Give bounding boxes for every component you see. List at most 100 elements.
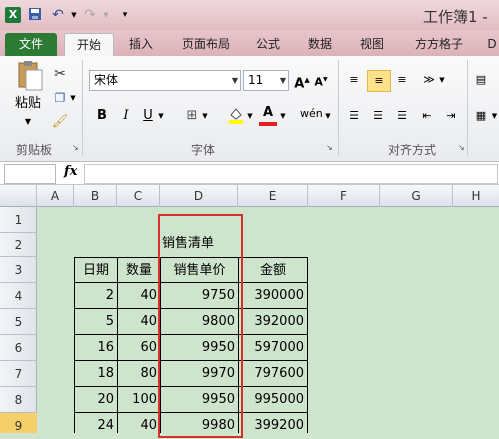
cell-e5[interactable]: 392000 [239,309,308,335]
align-bottom-icon[interactable]: ≡ [393,70,411,90]
dialog-launcher-icon[interactable]: ↘ [72,143,79,152]
phonetic-dropdown-icon[interactable]: ▼ [323,106,333,126]
tab-home[interactable]: 开始 [64,33,114,57]
cell-c7[interactable]: 80 [118,361,161,387]
copy-icon[interactable]: ❐ [50,88,70,108]
italic-button[interactable]: I [116,106,136,126]
row-header-4[interactable]: 4 [0,283,37,309]
row-header-8[interactable]: 8 [0,387,37,413]
tab-d[interactable]: D [485,33,499,56]
column-header-c[interactable]: C [117,185,160,207]
cell-e8[interactable]: 995000 [239,387,308,413]
underline-dropdown-icon[interactable]: ▼ [156,106,166,126]
customize-icon[interactable]: ▾ [117,7,133,23]
cell-c9[interactable]: 40 [118,413,161,433]
chevron-down-icon: ▼ [231,76,238,85]
border-dropdown-icon[interactable]: ▼ [200,106,210,126]
save-icon[interactable] [27,7,43,23]
paste-icon[interactable] [12,60,46,92]
increase-indent-icon[interactable]: ⇥ [442,106,460,126]
cell-b7[interactable]: 18 [74,361,118,387]
underline-button[interactable]: U [138,106,158,126]
header-cell-amount[interactable]: 金额 [239,257,308,283]
tab-view[interactable]: 视图 [352,33,392,56]
copy-dropdown-icon[interactable]: ▼ [68,88,78,108]
dialog-launcher-icon[interactable]: ↘ [458,143,465,152]
tab-file[interactable]: 文件 [5,33,57,56]
row-header-7[interactable]: 7 [0,361,37,387]
row-header-5[interactable]: 5 [0,309,37,335]
font-color-dropdown-icon[interactable]: ▼ [278,106,288,126]
align-center-icon[interactable]: ☰ [369,106,387,126]
header-cell-qty[interactable]: 数量 [118,257,161,283]
align-left-icon[interactable]: ☰ [345,106,363,126]
border-icon[interactable]: ⊞ [182,106,202,126]
redo-icon[interactable]: ↷ [82,7,98,23]
cell-e4[interactable]: 390000 [239,283,308,309]
format-painter-icon[interactable]: 🖌 [50,112,70,132]
orientation-icon[interactable]: ≫ [420,70,438,90]
cell-e7[interactable]: 797600 [239,361,308,387]
font-color-icon[interactable]: A [259,104,277,126]
alignment-group-label: 对齐方式 [388,143,437,157]
bold-button[interactable]: B [92,106,112,126]
cell-c5[interactable]: 40 [118,309,161,335]
cell-b9[interactable]: 24 [74,413,118,433]
cell-e6[interactable]: 597000 [239,335,308,361]
font-name-value: 宋体 [94,73,119,87]
cell-b8[interactable]: 20 [74,387,118,413]
select-all-corner[interactable] [0,185,37,207]
tab-data[interactable]: 数据 [300,33,340,56]
cell-b6[interactable]: 16 [74,335,118,361]
font-size-select[interactable]: 11 ▼ [243,70,289,91]
fx-icon[interactable]: fx [64,164,77,179]
row-header-3[interactable]: 3 [0,257,37,283]
row-header-2[interactable]: 2 [0,233,37,257]
paste-button[interactable]: 粘贴 [8,94,48,114]
font-name-select[interactable]: 宋体 ▼ [89,70,241,91]
cell-b4[interactable]: 2 [74,283,118,309]
name-box[interactable] [4,164,56,184]
orientation-dropdown-icon[interactable]: ▼ [437,70,447,90]
excel-logo-icon[interactable]: X [5,7,21,23]
dialog-launcher-icon[interactable]: ↘ [326,143,333,152]
row-header-1[interactable]: 1 [0,207,37,233]
grow-font-icon[interactable]: A▲ [293,70,311,94]
tab-fangfang[interactable]: 方方格子 [405,33,473,56]
column-header-d[interactable]: D [160,185,238,207]
align-right-icon[interactable]: ☰ [393,106,411,126]
redo-dropdown-icon[interactable]: ▼ [98,7,114,23]
fill-dropdown-icon[interactable]: ▼ [245,106,255,126]
tab-insert[interactable]: 插入 [121,33,161,56]
column-header-b[interactable]: B [74,185,117,207]
align-middle-icon[interactable]: ≡ [367,70,391,92]
paste-dropdown-icon[interactable]: ▼ [20,112,36,132]
formula-input[interactable] [84,164,498,184]
fill-color-icon[interactable] [226,106,246,131]
align-top-icon[interactable]: ≡ [345,70,363,90]
cell-c4[interactable]: 40 [118,283,161,309]
undo-icon[interactable]: ↶ [50,7,66,23]
shrink-font-icon[interactable]: A▼ [312,70,330,93]
cell-c8[interactable]: 100 [118,387,161,413]
tab-formulas[interactable]: 公式 [248,33,288,56]
more-dropdown-icon[interactable]: ▼ [490,106,499,126]
cell-e9[interactable]: 399200 [239,413,308,433]
phonetic-icon[interactable]: wén [300,104,323,124]
tab-page-layout[interactable]: 页面布局 [172,33,240,56]
column-header-h[interactable]: H [453,185,499,207]
row-header-6[interactable]: 6 [0,335,37,361]
cell-b5[interactable]: 5 [74,309,118,335]
column-header-g[interactable]: G [380,185,453,207]
column-header-f[interactable]: F [308,185,380,207]
header-cell-date[interactable]: 日期 [74,257,118,283]
decrease-indent-icon[interactable]: ⇤ [418,106,436,126]
cell-c6[interactable]: 60 [118,335,161,361]
column-header-e[interactable]: E [238,185,308,207]
cut-icon[interactable]: ✂ [50,64,70,84]
column-header-a[interactable]: A [37,185,74,207]
undo-dropdown-icon[interactable]: ▼ [66,7,82,23]
wrap-text-icon[interactable]: ▤ [472,70,490,90]
merge-icon[interactable]: ▦ [472,106,490,126]
row-header-9[interactable]: 9 [0,413,37,433]
